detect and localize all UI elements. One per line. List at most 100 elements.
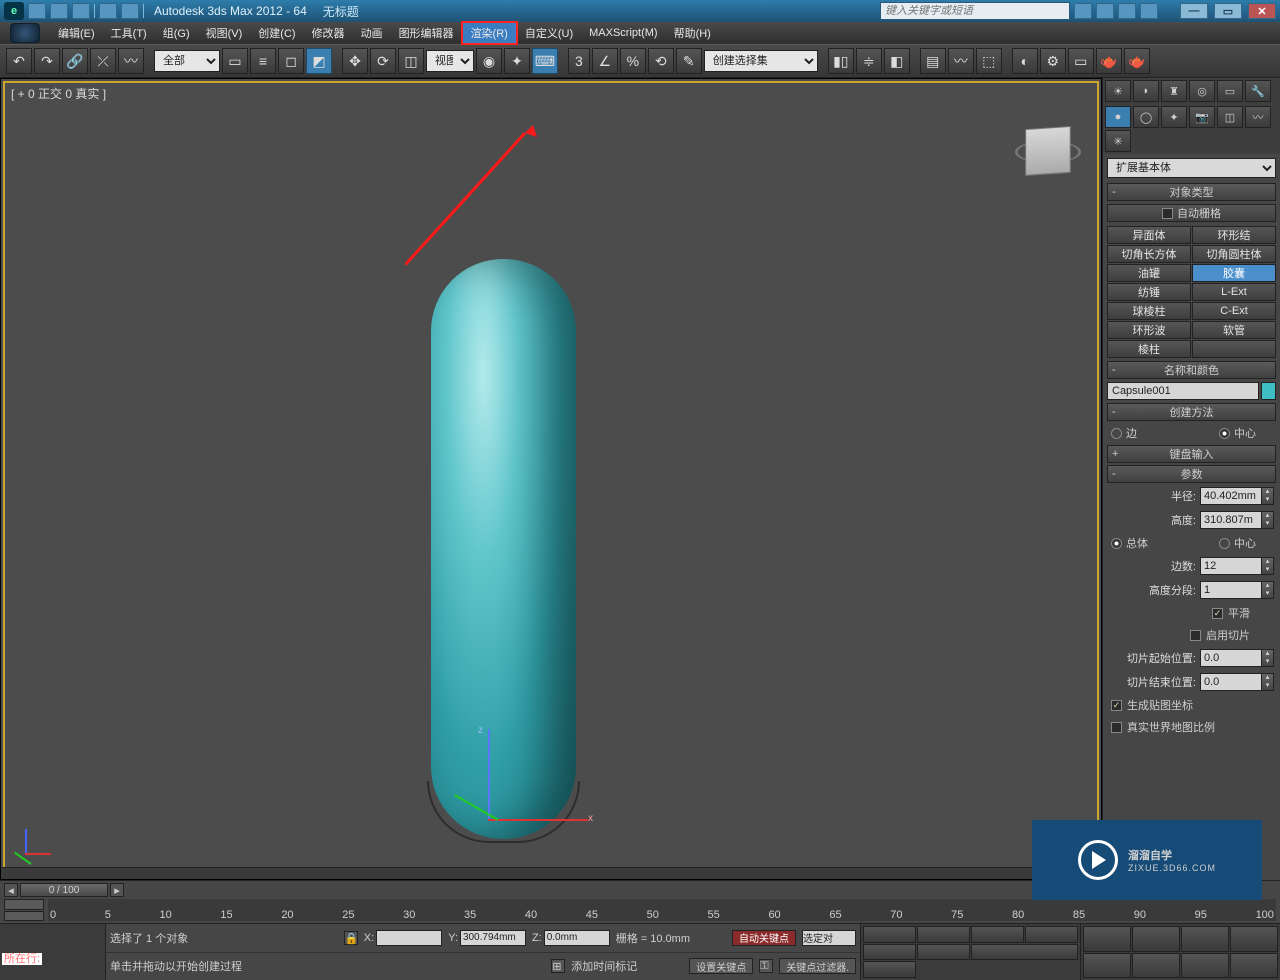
mirror-icon[interactable]: ▮▯ bbox=[828, 48, 854, 74]
radius-spinner[interactable]: ▴▾ bbox=[1262, 487, 1274, 505]
object-color-swatch[interactable] bbox=[1261, 382, 1276, 400]
help-icon[interactable] bbox=[1140, 3, 1158, 19]
render-setup-icon[interactable]: ⚙ bbox=[1040, 48, 1066, 74]
scale-icon[interactable]: ◫ bbox=[398, 48, 424, 74]
height-seg-spinner[interactable]: ▴▾ bbox=[1262, 581, 1274, 599]
create-切角圆柱体[interactable]: 切角圆柱体 bbox=[1192, 245, 1276, 263]
create-胶囊[interactable]: 胶囊 bbox=[1192, 264, 1276, 282]
qat-redo-icon[interactable] bbox=[121, 3, 139, 19]
comm-center-icon[interactable] bbox=[1096, 3, 1114, 19]
real-world-checkbox[interactable] bbox=[1111, 722, 1122, 733]
percent-snap-icon[interactable]: % bbox=[620, 48, 646, 74]
slice-to-spinner[interactable]: ▴▾ bbox=[1262, 673, 1274, 691]
object-name-input[interactable] bbox=[1107, 382, 1259, 400]
layer-manager-icon[interactable]: ◧ bbox=[884, 48, 910, 74]
current-frame-input[interactable] bbox=[971, 944, 1078, 961]
time-tag-label[interactable]: 添加时间标记 bbox=[571, 958, 637, 974]
key-filters-button[interactable]: 关键点过滤器. bbox=[779, 958, 856, 974]
rendered-frame-icon[interactable]: ▭ bbox=[1068, 48, 1094, 74]
cat-lights-icon[interactable]: ✦ bbox=[1161, 106, 1187, 128]
schematic-view-icon[interactable]: ⬚ bbox=[976, 48, 1002, 74]
cat-shapes-icon[interactable]: ◯ bbox=[1133, 106, 1159, 128]
radio-centers[interactable] bbox=[1219, 538, 1230, 549]
track-bar[interactable]: 0510152025303540455055606570758085909510… bbox=[48, 899, 1276, 921]
autogrid-checkbox[interactable]: 自动栅格 bbox=[1107, 204, 1276, 222]
track-bar-keys[interactable] bbox=[4, 899, 44, 921]
set-key-button[interactable]: 设置关键点 bbox=[689, 958, 753, 974]
lock-selection-icon[interactable]: 🔒 bbox=[344, 931, 358, 945]
link-icon[interactable]: 🔗 bbox=[62, 48, 88, 74]
capsule-object[interactable] bbox=[431, 259, 576, 839]
viewport[interactable]: [ + 0 正交 0 真实 ] z x bbox=[0, 78, 1102, 880]
play-icon[interactable] bbox=[971, 926, 1024, 943]
menu-e[interactable]: 编辑(E) bbox=[50, 22, 103, 44]
create-异面体[interactable]: 异面体 bbox=[1107, 226, 1191, 244]
help-search-input[interactable] bbox=[881, 3, 1069, 19]
orbit-icon[interactable] bbox=[1181, 953, 1229, 979]
time-config-icon[interactable] bbox=[863, 961, 916, 978]
slice-from-spinner[interactable]: ▴▾ bbox=[1262, 649, 1274, 667]
tab-modify-icon[interactable]: ◗ bbox=[1133, 80, 1159, 102]
menu-maxscriptm[interactable]: MAXScript(M) bbox=[581, 22, 665, 44]
goto-end-icon[interactable] bbox=[863, 944, 916, 961]
create-纺锤[interactable]: 纺锤 bbox=[1107, 283, 1191, 301]
qat-undo-icon[interactable] bbox=[99, 3, 117, 19]
create-环形结[interactable]: 环形结 bbox=[1192, 226, 1276, 244]
cat-systems-icon[interactable]: ✳ bbox=[1105, 130, 1131, 152]
undo-icon[interactable]: ↶ bbox=[6, 48, 32, 74]
height-input[interactable] bbox=[1200, 511, 1262, 529]
create-切角长方体[interactable]: 切角长方体 bbox=[1107, 245, 1191, 263]
move-icon[interactable]: ✥ bbox=[342, 48, 368, 74]
cat-spacewarps-icon[interactable]: 〰 bbox=[1245, 106, 1271, 128]
sides-input[interactable] bbox=[1200, 557, 1262, 575]
radio-center[interactable] bbox=[1219, 428, 1230, 439]
slice-on-checkbox[interactable] bbox=[1190, 630, 1201, 641]
height-spinner[interactable]: ▴▾ bbox=[1262, 511, 1274, 529]
menu-u[interactable]: 自定义(U) bbox=[517, 22, 581, 44]
redo-icon[interactable]: ↷ bbox=[34, 48, 60, 74]
render-iterative-icon[interactable]: 🫖 bbox=[1124, 48, 1150, 74]
angle-snap-icon[interactable]: ∠ bbox=[592, 48, 618, 74]
zoom-all-icon[interactable] bbox=[1132, 926, 1180, 952]
cat-geometry-icon[interactable]: ● bbox=[1105, 106, 1131, 128]
rollout-keyboard-entry[interactable]: +键盘输入 bbox=[1107, 445, 1276, 463]
sides-spinner[interactable]: ▴▾ bbox=[1262, 557, 1274, 575]
select-object-icon[interactable]: ▭ bbox=[222, 48, 248, 74]
gen-map-coords-checkbox[interactable] bbox=[1111, 700, 1122, 711]
subcategory-select[interactable]: 扩展基本体 bbox=[1107, 158, 1276, 178]
selection-filter[interactable]: 全部 bbox=[154, 50, 220, 72]
spinner-snap-icon[interactable]: ⟲ bbox=[648, 48, 674, 74]
window-crossing-icon[interactable]: ◩ bbox=[306, 48, 332, 74]
named-selection-set[interactable]: 创建选择集 bbox=[704, 50, 818, 72]
tab-display-icon[interactable]: ▭ bbox=[1217, 80, 1243, 102]
key-mode-toggle-icon[interactable] bbox=[917, 944, 970, 961]
render-production-icon[interactable]: 🫖 bbox=[1096, 48, 1122, 74]
height-seg-input[interactable] bbox=[1200, 581, 1262, 599]
viewport-label[interactable]: [ + 0 正交 0 真实 ] bbox=[11, 85, 106, 102]
snap-toggle-3d[interactable]: 3 bbox=[568, 48, 590, 74]
create-球棱柱[interactable]: 球棱柱 bbox=[1107, 302, 1191, 320]
search-icon[interactable] bbox=[1074, 3, 1092, 19]
menu-[interactable]: 修改器 bbox=[304, 22, 353, 44]
auto-key-button[interactable]: 自动关键点 bbox=[732, 930, 796, 946]
fov-icon[interactable] bbox=[1083, 953, 1131, 979]
menu-[interactable]: 图形编辑器 bbox=[391, 22, 462, 44]
maximize-button[interactable]: ▭ bbox=[1214, 3, 1242, 19]
pan-icon[interactable] bbox=[1132, 953, 1180, 979]
qat-new-icon[interactable] bbox=[28, 3, 46, 19]
menu-g[interactable]: 组(G) bbox=[155, 22, 198, 44]
time-slider-handle[interactable]: 0 / 100 bbox=[20, 883, 108, 897]
slice-from-input[interactable] bbox=[1200, 649, 1262, 667]
material-editor-icon[interactable]: ◐ bbox=[1012, 48, 1038, 74]
create-软管[interactable]: 软管 bbox=[1192, 321, 1276, 339]
isolate-icon[interactable]: ⊞ bbox=[551, 959, 565, 973]
zoom-extents-icon[interactable] bbox=[1181, 926, 1229, 952]
menu-c[interactable]: 创建(C) bbox=[250, 22, 303, 44]
rollout-parameters[interactable]: -参数 bbox=[1107, 465, 1276, 483]
max-toggle-icon[interactable] bbox=[1230, 953, 1278, 979]
tab-motion-icon[interactable]: ◎ bbox=[1189, 80, 1215, 102]
next-frame-icon[interactable] bbox=[1025, 926, 1078, 943]
bind-space-warp-icon[interactable]: 〰 bbox=[118, 48, 144, 74]
coord-y-input[interactable] bbox=[460, 930, 526, 946]
smooth-checkbox[interactable] bbox=[1212, 608, 1223, 619]
